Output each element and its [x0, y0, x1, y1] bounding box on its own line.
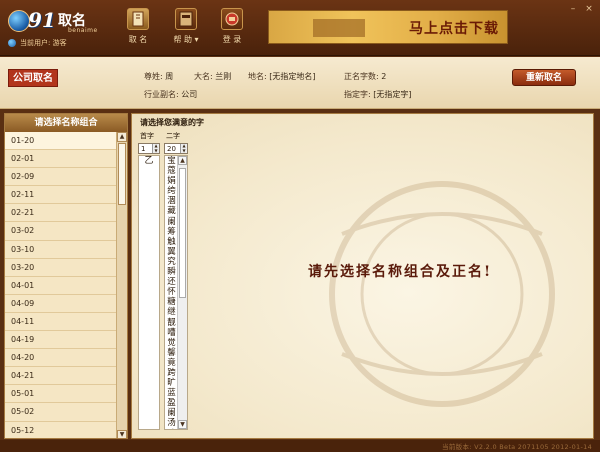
char-select-panel: 请选择您满意的字 首字 二字 ▲ ▼ ▲ ▼ 乙 宝蔻娟绔涸藏阑筹触翼究瞬还怀糖… [131, 113, 594, 439]
combo-item[interactable]: 03-10 [5, 240, 117, 259]
second-char-scrollbar[interactable]: ▲ ▼ [177, 156, 187, 429]
second-char-stepper[interactable]: ▲ ▼ [164, 143, 188, 154]
name-count-value: 2 [381, 72, 387, 81]
spin-down-icon[interactable]: ▼ [180, 148, 187, 153]
current-user-text: 当前用户: 游客 [20, 39, 67, 47]
close-button[interactable]: × [584, 5, 594, 14]
nav-label-login: 登 录 [222, 35, 242, 44]
surname-info: 尊姓: 周 [144, 71, 173, 82]
download-banner[interactable]: 马上点击下载 [268, 10, 508, 44]
user-icon [8, 39, 16, 47]
minimize-button[interactable]: – [568, 5, 578, 14]
decorative-pattern-icon [329, 181, 555, 407]
info-bar: 公司取名 尊姓: 周 大名: 兰刚 地名: [无指定地名] 正名字数: 2 行业… [0, 57, 600, 109]
window-controls: – × [568, 5, 594, 14]
banner-text: 马上点击下载 [409, 21, 499, 37]
scroll-down-icon[interactable]: ▼ [117, 430, 127, 438]
scroll-thumb[interactable] [179, 168, 186, 298]
fixed-char-value: [无指定字] [373, 90, 412, 99]
app-logo: 91 取名 benaime [8, 8, 108, 34]
industry-label: 行业副名: [144, 90, 179, 99]
nav-button-name[interactable]: 取 名 [121, 8, 155, 48]
combo-item[interactable]: 04-20 [5, 349, 117, 368]
industry-value: 公司 [181, 90, 198, 99]
nav-button-login[interactable]: 登 录 [215, 8, 249, 48]
second-char-label: 二字 [166, 132, 180, 140]
combo-panel-header: 请选择名称组合 [5, 114, 127, 132]
scroll-down-icon[interactable]: ▼ [178, 420, 187, 429]
second-char-spin-buttons[interactable]: ▲ ▼ [180, 144, 187, 153]
given-name-value: 兰刚 [215, 72, 232, 81]
combo-scrollbar[interactable]: ▲ ▼ [116, 132, 127, 438]
first-char-item[interactable]: 乙 [139, 156, 159, 167]
fixed-char-label: 指定字: [344, 90, 371, 99]
first-char-list: 乙 [138, 155, 160, 430]
given-name-info: 大名: 兰刚 [194, 71, 231, 82]
combo-item[interactable]: 03-02 [5, 222, 117, 241]
current-user: 当前用户: 游客 [8, 38, 67, 48]
logo-globe-icon [8, 10, 30, 32]
combo-item[interactable]: 02-01 [5, 150, 117, 169]
logo-subtext: benaime [68, 27, 98, 34]
combo-item[interactable]: 04-21 [5, 367, 117, 386]
scroll-up-icon[interactable]: ▲ [178, 156, 187, 165]
logo-number: 91 [28, 8, 56, 32]
combo-item[interactable]: 05-12 [5, 421, 117, 438]
region-label: 地名: [248, 72, 267, 81]
combo-item[interactable]: 02-21 [5, 204, 117, 223]
status-bar: 当前版本: V2.2.0 Beta 2071105 2012-01-14 [0, 440, 600, 452]
combo-item[interactable]: 02-09 [5, 168, 117, 187]
combo-item[interactable]: 05-02 [5, 403, 117, 422]
combo-panel: 请选择名称组合 01-20 02-01 02-09 02-11 02-21 03-02 03… [4, 113, 128, 439]
spin-down-icon[interactable]: ▼ [152, 148, 159, 153]
first-char-spin-buttons[interactable]: ▲ ▼ [152, 144, 159, 153]
nav-label-name: 取 名 [128, 35, 148, 44]
combo-item[interactable]: 04-11 [5, 312, 117, 332]
mode-title: 公司取名 [8, 69, 58, 87]
instruction-message: 请先选择名称组合及正名! [308, 264, 493, 280]
second-char-list: 宝蔻娟绔涸藏阑筹触翼究瞬还怀糖继靓嘈觉馨竟跨旷蓝盈阑汤砖铎 ▲ ▼ [164, 155, 188, 430]
app-header: 91 取名 benaime 当前用户: 游客 取 名 帮 助 ▾ 登 录 马上点… [0, 0, 600, 56]
scroll-up-icon[interactable]: ▲ [117, 132, 127, 142]
rename-button[interactable]: 重新取名 [512, 69, 576, 86]
book-icon [127, 8, 149, 30]
combo-item[interactable]: 04-09 [5, 294, 117, 313]
surname-label: 尊姓: [144, 72, 163, 81]
given-name-label: 大名: [194, 72, 213, 81]
surname-value: 周 [165, 72, 174, 81]
name-count-label: 正名字数: [344, 72, 379, 81]
name-count-info: 正名字数: 2 [344, 71, 386, 82]
industry-info: 行业副名: 公司 [144, 89, 197, 100]
nav-button-help[interactable]: 帮 助 ▾ [169, 8, 203, 48]
combo-item[interactable]: 02-11 [5, 186, 117, 205]
nav-label-help: 帮 助 ▾ [173, 35, 199, 44]
help-book-icon [175, 8, 197, 30]
combo-item[interactable]: 03-20 [5, 258, 117, 277]
region-value: [无指定地名] [269, 72, 316, 81]
banner-image [313, 19, 365, 37]
scroll-thumb[interactable] [118, 143, 126, 205]
combo-list: 01-20 02-01 02-09 02-11 02-21 03-02 03-10 03-20… [5, 132, 117, 438]
version-text: 当前版本: V2.2.0 Beta 2071105 2012-01-14 [442, 443, 592, 451]
fixed-char-info: 指定字: [无指定字] [344, 89, 412, 100]
first-char-stepper[interactable]: ▲ ▼ [138, 143, 160, 154]
combo-item[interactable]: 01-20 [5, 132, 117, 151]
combo-item[interactable]: 05-01 [5, 385, 117, 404]
login-icon [221, 8, 243, 30]
first-char-label: 首字 [140, 132, 154, 140]
region-info: 地名: [无指定地名] [248, 71, 316, 82]
combo-item[interactable]: 04-19 [5, 331, 117, 350]
char-select-title: 请选择您满意的字 [140, 118, 204, 127]
combo-item[interactable]: 04-01 [5, 276, 117, 295]
